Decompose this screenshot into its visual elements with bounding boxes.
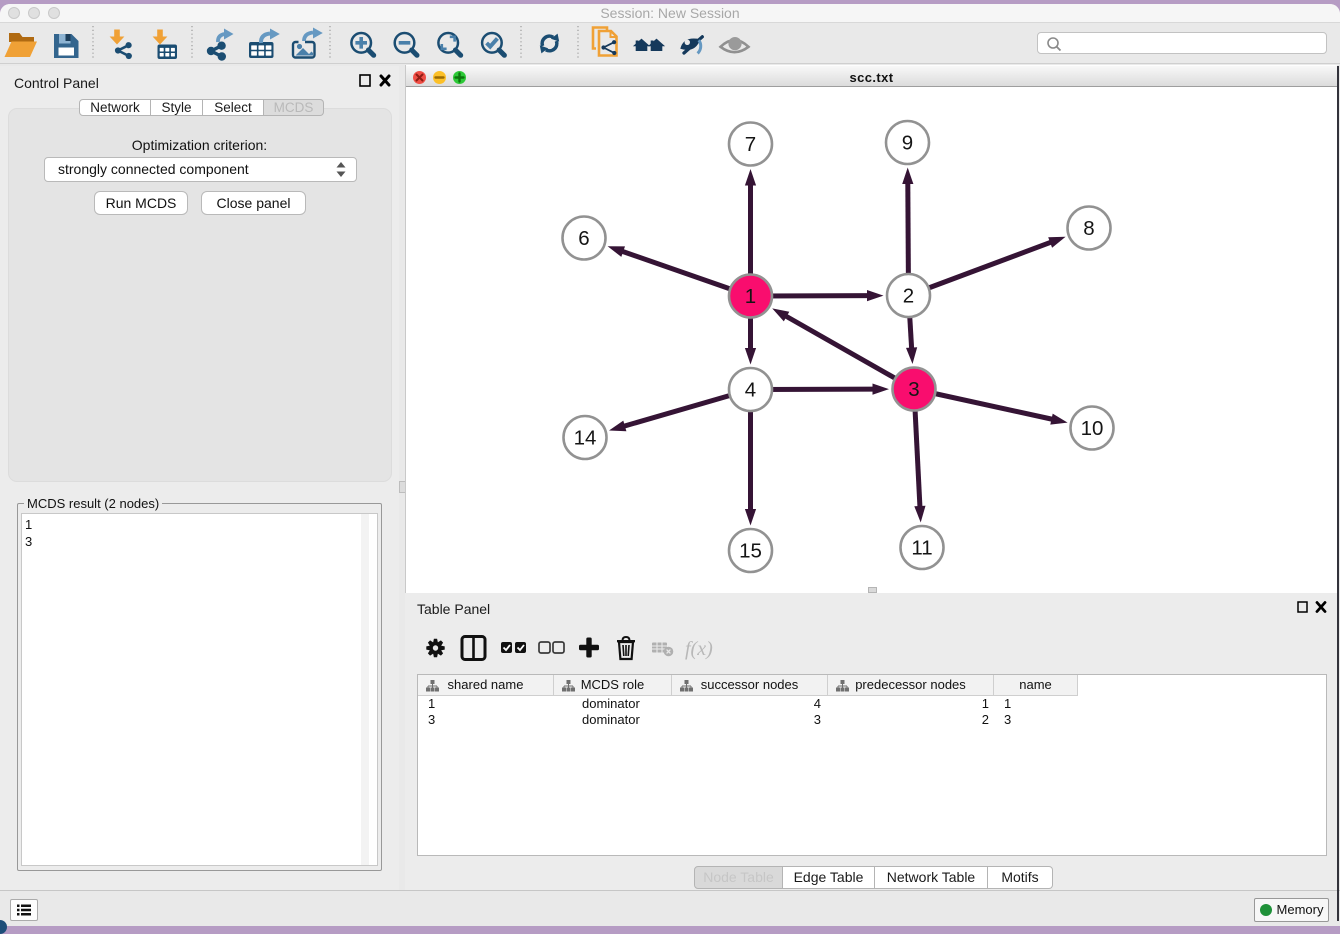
svg-text:6: 6 bbox=[578, 227, 589, 250]
svg-text:2: 2 bbox=[903, 285, 914, 308]
svg-text:11: 11 bbox=[911, 537, 932, 560]
svg-text:8: 8 bbox=[1083, 217, 1094, 240]
svg-text:1: 1 bbox=[745, 285, 756, 308]
svg-text:9: 9 bbox=[902, 132, 913, 155]
svg-text:7: 7 bbox=[745, 133, 756, 156]
svg-text:14: 14 bbox=[574, 427, 597, 450]
svg-text:10: 10 bbox=[1081, 417, 1104, 440]
svg-text:4: 4 bbox=[745, 379, 756, 402]
svg-text:f(x): f(x) bbox=[685, 638, 713, 660]
svg-text:3: 3 bbox=[908, 378, 919, 401]
svg-text:15: 15 bbox=[739, 540, 762, 563]
